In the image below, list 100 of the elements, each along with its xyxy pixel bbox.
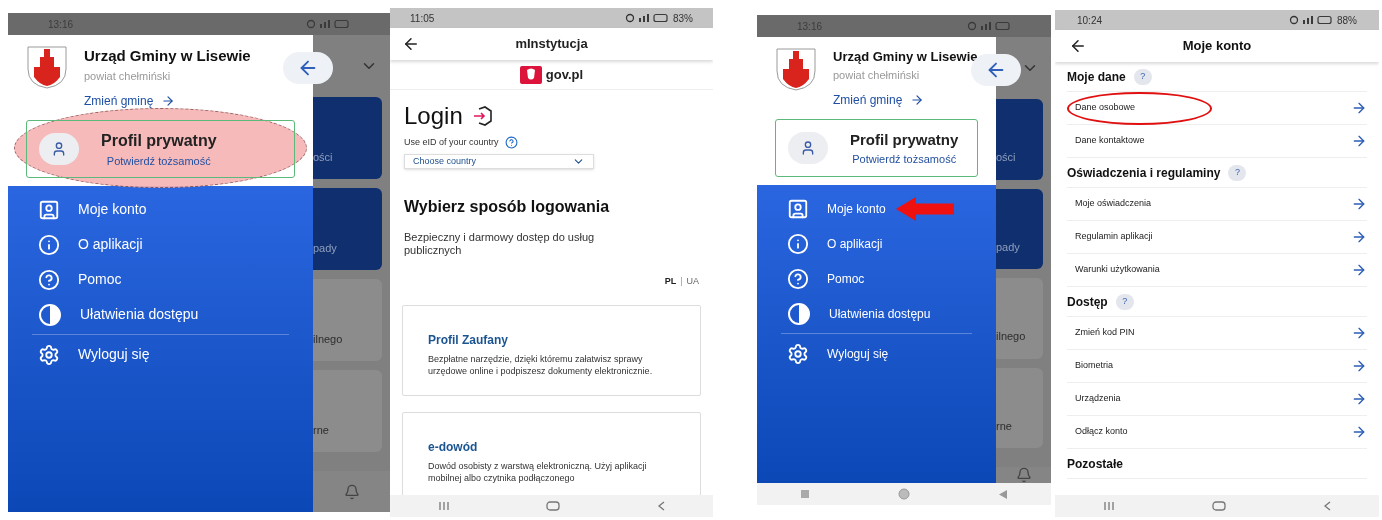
profile-title: Profil prywatny: [850, 129, 959, 150]
tile-label: rne: [313, 422, 329, 438]
contrast-icon: [787, 301, 811, 326]
method-title: Profil Zaufany: [428, 331, 509, 349]
menu-item[interactable]: Wyloguj się: [787, 342, 889, 365]
bell-icon[interactable]: [343, 483, 360, 500]
back-icon[interactable]: [656, 501, 665, 511]
help-icon: [38, 268, 60, 291]
list-row[interactable]: Regulamin aplikacji: [1067, 221, 1367, 254]
list-row[interactable]: Urządzenia: [1067, 383, 1367, 416]
flag-emblem-icon: [519, 65, 542, 84]
menu-item[interactable]: Wyloguj się: [38, 343, 150, 366]
bell-icon[interactable]: [1015, 467, 1032, 483]
arrow-right-icon: [1351, 325, 1367, 341]
tile-label: ości: [996, 150, 1016, 165]
profile-title: Profil prywatny: [101, 130, 217, 151]
menu-item[interactable]: Moje konto: [787, 197, 886, 220]
list-row[interactable]: Dane kontaktowe: [1067, 125, 1367, 158]
menu-item[interactable]: Pomoc: [38, 268, 122, 291]
arrow-right-icon: [1351, 424, 1367, 440]
profile-card[interactable]: Profil prywatny Potwierdź tożsamość: [775, 119, 978, 177]
menu-item[interactable]: Ułatwienia dostępu: [38, 302, 199, 327]
brand-name: gov.pl: [545, 65, 584, 84]
eid-label: Use eID of your country: [404, 136, 499, 149]
arrow-right-icon: [1351, 262, 1367, 278]
arrow-right-icon: [1351, 358, 1367, 374]
arrow-right-icon: [1351, 391, 1367, 407]
method-description: Dowód osobisty z warstwą elektroniczną. Użyj aplikacji mobilnej albo czytnika podłączonego: [428, 459, 648, 484]
list-row[interactable]: Biometria: [1067, 350, 1367, 383]
tile-label: ości: [313, 149, 333, 165]
profile-card[interactable]: Profil prywatny Potwierdź tożsamość: [26, 120, 295, 178]
tile-label: ilnego: [996, 329, 1026, 344]
status-time: 11:05: [410, 11, 435, 26]
list-row[interactable]: Dane osobowe: [1067, 92, 1367, 125]
status-icons: [306, 19, 350, 29]
row-label: Odłącz konto: [1074, 425, 1128, 439]
contrast-icon: [38, 302, 62, 327]
back-icon[interactable]: [1322, 501, 1331, 511]
menu-item[interactable]: Moje konto: [38, 198, 147, 221]
home-icon[interactable]: [898, 488, 910, 500]
row-label: Biometria: [1074, 359, 1113, 373]
help-icon: [787, 267, 809, 290]
recent-apps-icon[interactable]: [438, 501, 451, 511]
profile-subtitle: Potwierdź tożsamość: [106, 153, 211, 169]
battery-level: 88%: [1337, 13, 1357, 28]
list-row[interactable]: Warunki użytkowania: [1067, 254, 1367, 287]
arrow-right-icon: [1351, 133, 1367, 149]
list-row[interactable]: Moje oświadczenia: [1067, 188, 1367, 221]
status-time: 10:24: [1077, 13, 1103, 28]
info-icon: [787, 232, 809, 255]
municipality-name: Urząd Gminy w Lisewie: [84, 46, 251, 66]
method-description: Bezpłatne narzędzie, dzięki któremu załatwisz sprawy urzędowe online i podpiszesz dokumenty elektronicznie.: [428, 352, 654, 377]
list-row[interactable]: Odłącz konto: [1067, 416, 1367, 449]
arrow-right-icon: [1351, 100, 1367, 116]
menu-item[interactable]: O aplikacji: [38, 233, 143, 256]
help-icon[interactable]: [504, 136, 518, 150]
section-title: Wybierz sposób logowania: [404, 197, 611, 217]
row-label: Dane kontaktowe: [1074, 134, 1145, 148]
arrow-right-icon: [1351, 196, 1367, 212]
battery-level: 83%: [673, 11, 693, 26]
settings-icon: [787, 342, 809, 365]
tile-label: pady: [313, 240, 337, 256]
account-card-icon: [38, 198, 60, 221]
person-icon: [800, 140, 816, 156]
screen-title: Moje konto: [1182, 37, 1252, 56]
change-municipality-link[interactable]: Zmień gminę: [84, 92, 176, 110]
row-label: Urządzenia: [1074, 392, 1121, 406]
language-link[interactable]: UA: [686, 275, 699, 289]
recent-apps-icon[interactable]: [1103, 501, 1116, 511]
help-badge[interactable]: ?: [1228, 164, 1247, 181]
login-heading: Login: [404, 101, 463, 131]
change-municipality-link[interactable]: Zmień gminę: [833, 91, 925, 109]
recent-apps-icon[interactable]: [801, 490, 810, 498]
row-label: Moje oświadczenia: [1074, 197, 1152, 211]
home-icon[interactable]: [1212, 501, 1226, 511]
tile-label: pady: [996, 239, 1020, 255]
status-icons: [967, 21, 1011, 31]
language-link[interactable]: PL: [664, 275, 677, 289]
help-badge[interactable]: ?: [1133, 68, 1152, 85]
section-heading: Oświadczenia i regulaminy: [1067, 164, 1221, 182]
language-separator: |: [680, 275, 683, 288]
list-row[interactable]: Zmień kod PIN: [1067, 317, 1367, 350]
arrow-right-icon: [910, 93, 925, 107]
settings-icon: [38, 343, 60, 366]
arrow-right-icon: [161, 94, 176, 108]
home-icon[interactable]: [546, 501, 561, 511]
country-select[interactable]: Choose country: [404, 153, 594, 169]
section-text: Bezpieczny i darmowy dostęp do usług publicznych: [404, 231, 596, 257]
menu-item[interactable]: Ułatwienia dostępu: [787, 301, 931, 326]
profile-subtitle: Potwierdź tożsamość: [852, 152, 957, 167]
menu-item[interactable]: Pomoc: [787, 267, 865, 290]
back-icon[interactable]: [998, 489, 1007, 499]
municipality-name: Urząd Gminy w Lisewie: [833, 48, 978, 66]
login-method-card[interactable]: Profil Zaufany Bezpłatne narzędzie, dzięki któremu załatwisz sprawy urzędowe online i podpiszesz dokumenty elektronicznie.: [402, 304, 701, 396]
status-icons: [625, 13, 669, 23]
shield-emblem-icon: [775, 47, 817, 91]
menu-item[interactable]: O aplikacji: [787, 232, 883, 255]
help-badge[interactable]: ?: [1115, 293, 1134, 310]
section-heading: Moje dane: [1067, 68, 1126, 86]
row-label: Zmień kod PIN: [1074, 326, 1135, 340]
